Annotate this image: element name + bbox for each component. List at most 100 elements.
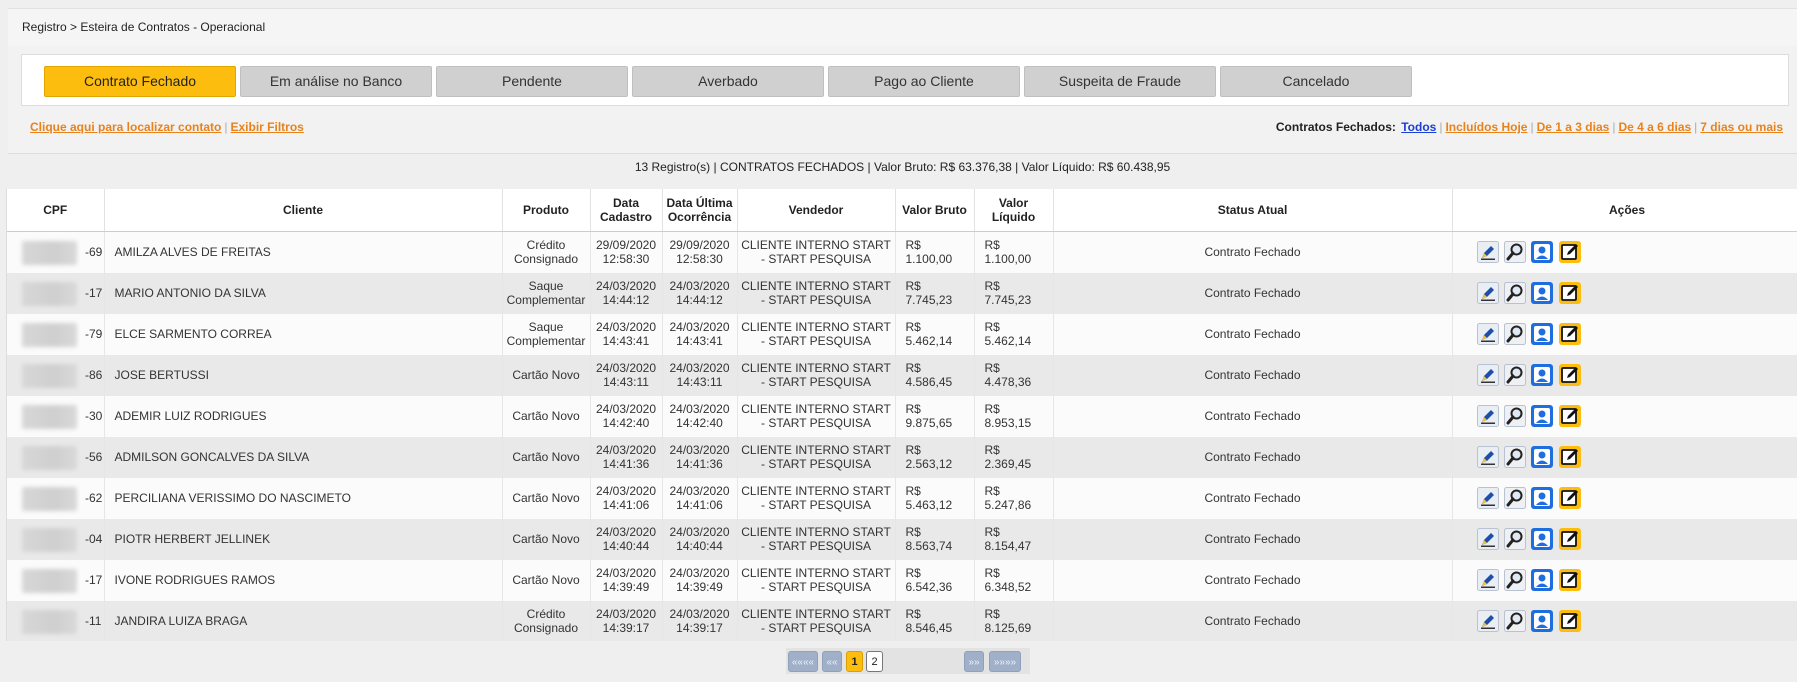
edit-note-icon[interactable] [1558,405,1581,427]
edit-pencil-icon[interactable] [1476,323,1499,345]
col-produto[interactable]: Produto [502,189,591,232]
search-magnifier-icon[interactable] [1503,241,1526,263]
edit-pencil-icon[interactable] [1476,282,1499,304]
search-magnifier-icon[interactable] [1503,323,1526,345]
user-profile-icon[interactable] [1531,487,1554,509]
cpf-suffix: -62 [85,490,103,505]
col-valor-liquido[interactable]: Valor Líquido [974,189,1054,232]
net-value: R$ 1.100,00 [974,231,1054,273]
col-data-cadastro[interactable]: Data Cadastro [590,189,663,232]
edit-pencil-icon[interactable] [1476,446,1499,468]
table-row: -04 PIOTR HERBERT JELLINEK Cartão Novo 2… [7,518,1797,560]
gross-value: R$ 7.745,23 [895,272,975,314]
col-vendedor[interactable]: Vendedor [737,189,896,232]
current-status: Contrato Fechado [1053,600,1453,641]
col-status-atual[interactable]: Status Atual [1053,189,1453,232]
client-name: AMILZA ALVES DE FREITAS [104,231,503,273]
edit-note-icon[interactable] [1558,528,1581,550]
edit-pencil-icon[interactable] [1476,364,1499,386]
user-profile-icon[interactable] [1531,405,1554,427]
registration-date: 29/09/2020 12:58:30 [590,231,663,273]
tab-averbado[interactable]: Averbado [632,66,824,97]
last-occurrence-date: 24/03/2020 14:41:06 [662,477,738,519]
search-magnifier-icon[interactable] [1503,364,1526,386]
col-valor-bruto[interactable]: Valor Bruto [895,189,975,232]
cpf-redaction [22,322,77,347]
edit-pencil-icon[interactable] [1476,610,1499,632]
last-occurrence-date: 24/03/2020 14:39:17 [662,600,738,641]
cpf-suffix: -69 [85,244,103,259]
tab-suspeita-de-fraude[interactable]: Suspeita de Fraude [1024,66,1216,97]
user-profile-icon[interactable] [1531,241,1554,263]
col-data-ultima-ocorrencia[interactable]: Data Última Ocorrência [662,189,738,232]
user-profile-icon[interactable] [1531,364,1554,386]
edit-note-icon[interactable] [1558,241,1581,263]
seller: CLIENTE INTERNO START - START PESQUISA [737,395,896,437]
filter-7-dias-ou-mais[interactable]: 7 dias ou mais [1700,120,1783,134]
locate-contact-link[interactable]: Clique aqui para localizar contato [30,120,221,134]
page-2-button[interactable]: 2 [866,651,883,672]
filter-todos[interactable]: Todos [1401,120,1436,134]
gross-value: R$ 4.586,45 [895,354,975,396]
edit-note-icon[interactable] [1558,323,1581,345]
row-actions [1452,313,1797,355]
tab-pendente[interactable]: Pendente [436,66,628,97]
user-profile-icon[interactable] [1531,282,1554,304]
table-header-row: CPF Cliente Produto Data Cadastro Data Ú… [7,189,1797,232]
edit-note-icon[interactable] [1558,569,1581,591]
registration-date: 24/03/2020 14:41:06 [590,477,663,519]
search-magnifier-icon[interactable] [1503,487,1526,509]
cpf-cell: -86 [7,354,105,396]
col-cpf[interactable]: CPF [7,189,105,232]
user-profile-icon[interactable] [1531,610,1554,632]
first-page-button[interactable]: «««« [788,651,818,672]
filter-1-a-3-dias[interactable]: De 1 a 3 dias [1537,120,1610,134]
search-magnifier-icon[interactable] [1503,569,1526,591]
registration-date: 24/03/2020 14:43:11 [590,354,663,396]
date-filter-label: Contratos Fechados: [1275,120,1396,134]
edit-note-icon[interactable] [1558,487,1581,509]
edit-note-icon[interactable] [1558,282,1581,304]
prev-page-button[interactable]: «« [822,651,842,672]
client-name: JANDIRA LUIZA BRAGA [104,600,503,641]
tab-contrato-fechado[interactable]: Contrato Fechado [44,66,236,97]
search-magnifier-icon[interactable] [1503,282,1526,304]
last-occurrence-date: 29/09/2020 12:58:30 [662,231,738,273]
product: Saque Complementar [502,313,591,355]
edit-pencil-icon[interactable] [1476,569,1499,591]
tab-em-analise-no-banco[interactable]: Em análise no Banco [240,66,432,97]
last-occurrence-date: 24/03/2020 14:40:44 [662,518,738,560]
edit-pencil-icon[interactable] [1476,241,1499,263]
filter-incluidos-hoje[interactable]: Incluídos Hoje [1445,120,1527,134]
show-filters-link[interactable]: Exibir Filtros [231,120,304,134]
table-row: -56 ADMILSON GONCALVES DA SILVA Cartão N… [7,436,1797,478]
search-magnifier-icon[interactable] [1503,446,1526,468]
filter-4-a-6-dias[interactable]: De 4 a 6 dias [1618,120,1691,134]
table-row: -62 PERCILIANA VERISSIMO DO NASCIMETO Ca… [7,477,1797,519]
edit-note-icon[interactable] [1558,446,1581,468]
search-magnifier-icon[interactable] [1503,528,1526,550]
search-magnifier-icon[interactable] [1503,610,1526,632]
edit-pencil-icon[interactable] [1476,528,1499,550]
edit-pencil-icon[interactable] [1476,405,1499,427]
col-cliente[interactable]: Cliente [104,189,503,232]
edit-note-icon[interactable] [1558,610,1581,632]
tab-pago-ao-cliente[interactable]: Pago ao Cliente [828,66,1020,97]
tab-cancelado[interactable]: Cancelado [1220,66,1412,97]
row-actions [1452,559,1797,601]
edit-note-icon[interactable] [1558,364,1581,386]
seller: CLIENTE INTERNO START - START PESQUISA [737,354,896,396]
page-1-button[interactable]: 1 [846,651,863,672]
user-profile-icon[interactable] [1531,323,1554,345]
user-profile-icon[interactable] [1531,528,1554,550]
user-profile-icon[interactable] [1531,446,1554,468]
last-page-button[interactable]: »»»» [989,651,1021,672]
last-occurrence-date: 24/03/2020 14:42:40 [662,395,738,437]
cpf-cell: -30 [7,395,105,437]
user-profile-icon[interactable] [1531,569,1554,591]
edit-pencil-icon[interactable] [1476,487,1499,509]
cpf-cell: -56 [7,436,105,478]
next-page-button[interactable]: »» [964,651,984,672]
current-status: Contrato Fechado [1053,395,1453,437]
search-magnifier-icon[interactable] [1503,405,1526,427]
